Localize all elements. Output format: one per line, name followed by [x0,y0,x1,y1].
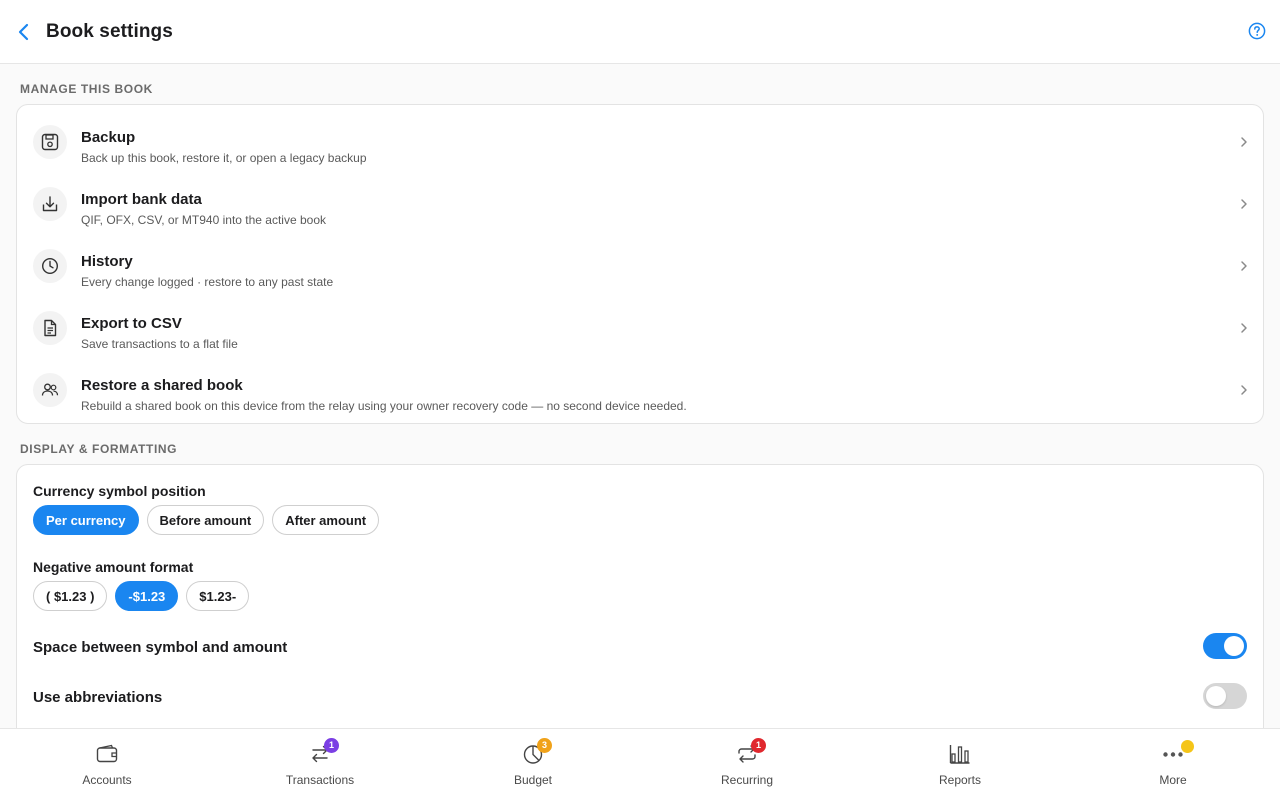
tab-label: Budget [513,773,553,787]
chevron-right-icon [1241,199,1247,209]
backup-row[interactable]: Backup Back up this book, restore it, or… [17,111,1263,173]
chip-trailing-minus[interactable]: $1.23- [186,581,250,611]
tab-label: More [1159,773,1187,787]
chevron-right-icon [1241,385,1247,395]
row-title: Import bank data [81,191,202,208]
tab-label: Transactions [285,773,355,787]
top-app-bar: Book settings [0,0,1280,64]
notification-badge: 1 [324,738,339,753]
help-button[interactable] [1248,22,1266,40]
notification-badge: 3 [537,738,552,753]
abbreviations-label: Use abbreviations [33,689,163,706]
download-icon [33,187,67,221]
chip-leading-minus[interactable]: -$1.23 [115,581,179,611]
chip-per-currency[interactable]: Per currency [33,505,139,535]
chip-parentheses[interactable]: ( $1.23 ) [33,581,108,611]
restore-shared-book-row[interactable]: Restore a shared book Rebuild a shared b… [17,359,1263,421]
row-title: Export to CSV [81,315,182,332]
row-title: Restore a shared book [81,377,243,394]
row-subtitle: QIF, OFX, CSV, or MT940 into the active … [81,213,326,227]
negative-format-label: Negative amount format [33,559,194,575]
bar-chart-icon [949,745,970,764]
bottom-tab-bar: Accounts 1 Transactions 3 Budget 1 Recur… [0,728,1280,800]
tab-label: Reports [938,773,982,787]
settings-content[interactable]: MANAGE THIS BOOK Backup Back up this boo… [0,64,1280,728]
chip-after-amount[interactable]: After amount [272,505,380,535]
toggle-knob [1206,686,1226,706]
row-subtitle: Every change logged · restore to any pas… [81,275,334,289]
currency-position-label: Currency symbol position [33,483,206,499]
users-icon [33,373,67,407]
space-between-label: Space between symbol and amount [33,639,288,656]
tab-budget[interactable]: 3 Budget [473,729,593,800]
section-title-display: DISPLAY & FORMATTING [20,442,178,456]
tab-accounts[interactable]: Accounts [47,729,167,800]
import-bank-data-row[interactable]: Import bank data QIF, OFX, CSV, or MT940… [17,173,1263,235]
chevron-right-icon [1241,261,1247,271]
abbreviations-toggle[interactable] [1203,683,1247,709]
negative-format-selector: ( $1.23 ) -$1.23 $1.23- [33,581,250,611]
space-between-toggle[interactable] [1203,633,1247,659]
manage-card: Backup Back up this book, restore it, or… [16,104,1264,424]
chip-before-amount[interactable]: Before amount [146,505,265,535]
row-title: Backup [81,129,136,146]
history-row[interactable]: History Every change logged · restore to… [17,235,1263,297]
tab-reports[interactable]: Reports [900,729,1020,800]
tab-more[interactable]: More [1113,729,1233,800]
currency-position-selector: Per currency Before amount After amount [33,505,380,535]
page-title: Book settings [46,21,173,42]
chevron-right-icon [1241,323,1247,333]
help-circle-icon [1248,22,1266,40]
section-title-manage: MANAGE THIS BOOK [20,82,153,96]
notification-badge: 1 [751,738,766,753]
chevron-left-icon [18,23,29,41]
tab-label: Recurring [720,773,774,787]
save-icon [33,125,67,159]
row-subtitle: Rebuild a shared book on this device fro… [81,399,687,413]
display-card: Currency symbol position Per currency Be… [16,464,1264,728]
chevron-right-icon [1241,137,1247,147]
tab-label: Accounts [82,773,132,787]
tab-transactions[interactable]: 1 Transactions [260,729,380,800]
row-title: History [81,253,133,270]
export-csv-row[interactable]: Export to CSV Save transactions to a fla… [17,297,1263,359]
back-button[interactable] [12,20,36,44]
file-icon [33,311,67,345]
toggle-knob [1224,636,1244,656]
tab-recurring[interactable]: 1 Recurring [687,729,807,800]
row-subtitle: Back up this book, restore it, or open a… [81,151,367,165]
row-subtitle: Save transactions to a flat file [81,337,238,351]
notification-dot [1181,740,1194,753]
clock-icon [33,249,67,283]
wallet-icon [96,744,118,763]
